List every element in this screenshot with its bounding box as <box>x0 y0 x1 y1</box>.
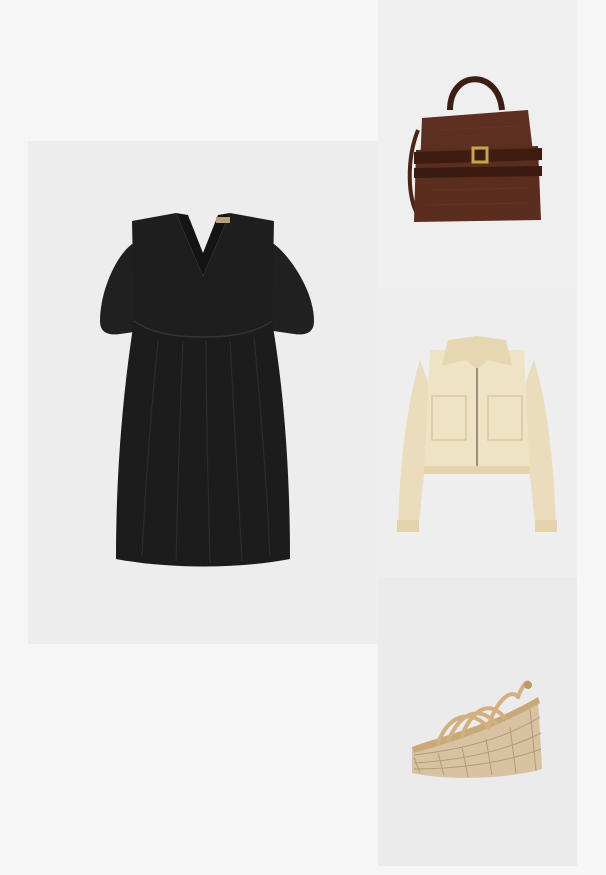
jacket-image <box>397 336 557 532</box>
product-tile-dress[interactable] <box>28 141 378 644</box>
shoe-image <box>412 680 542 778</box>
dress-image <box>100 213 314 567</box>
product-tile-jacket[interactable] <box>378 288 577 577</box>
bag-image <box>407 76 542 222</box>
product-tile-bag[interactable] <box>378 0 577 288</box>
product-tile-shoe[interactable] <box>378 577 577 866</box>
